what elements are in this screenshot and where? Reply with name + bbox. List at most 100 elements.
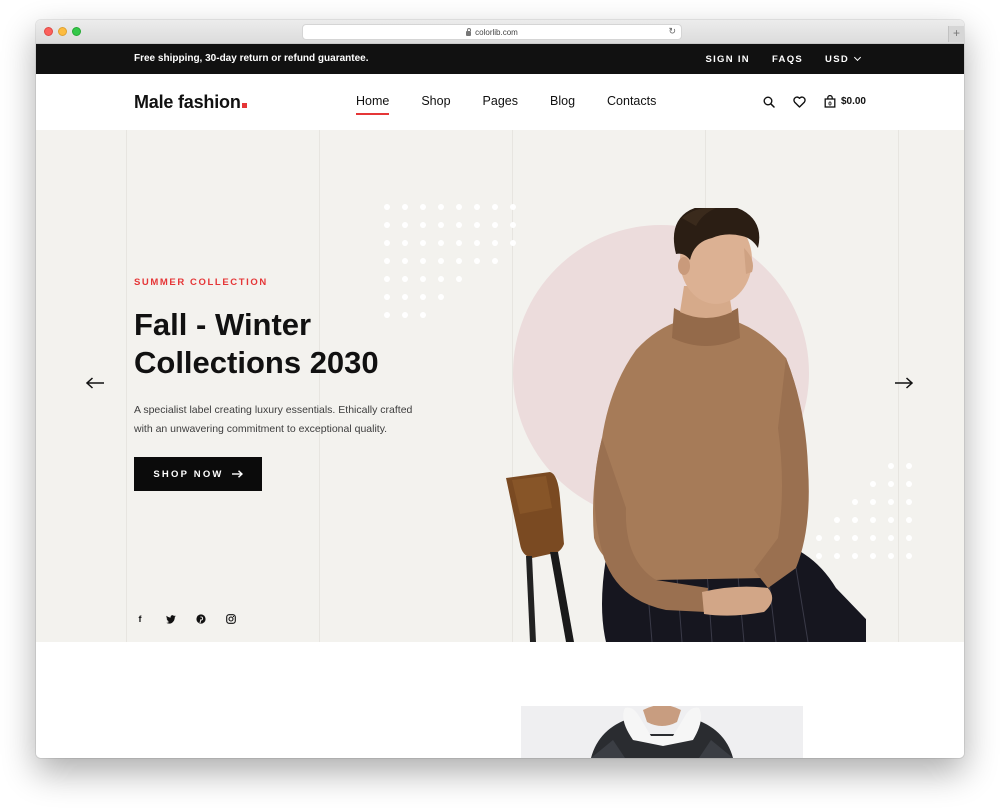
- pinterest-icon[interactable]: [196, 614, 206, 624]
- new-tab-button[interactable]: +: [948, 26, 964, 42]
- heart-icon[interactable]: [793, 95, 806, 108]
- topbar-links: SIGN IN FAQS USD: [705, 53, 862, 65]
- decorative-dot: [438, 276, 444, 282]
- decorative-dot: [492, 240, 498, 246]
- decorative-dot: [420, 222, 426, 228]
- decorative-dot: [906, 553, 912, 559]
- decorative-dot: [438, 258, 444, 264]
- decorative-dot: [906, 517, 912, 523]
- logo-dot: [241, 103, 247, 108]
- browser-titlebar: colorlib.com ↻ +: [36, 20, 964, 44]
- main-nav: Home Shop Pages Blog Contacts: [356, 94, 656, 115]
- twitter-icon[interactable]: [166, 614, 176, 624]
- grid-line: [126, 130, 127, 642]
- decorative-dot: [474, 258, 480, 264]
- currency-value: USD: [825, 54, 849, 65]
- decorative-dot: [420, 240, 426, 246]
- next-slide-arrow-icon[interactable]: [894, 377, 913, 389]
- chevron-down-icon: [853, 53, 862, 62]
- decorative-dot: [420, 276, 426, 282]
- decorative-dot: [870, 481, 876, 487]
- address-bar-url: colorlib.com: [475, 27, 518, 37]
- hero-description-line: A specialist label creating luxury essen…: [134, 404, 413, 416]
- decorative-dot: [384, 222, 390, 228]
- logo[interactable]: Male fashion: [134, 92, 247, 113]
- facebook-icon[interactable]: f: [134, 614, 146, 624]
- hero-description: A specialist label creating luxury essen…: [134, 401, 434, 439]
- shop-now-button[interactable]: SHOP NOW: [134, 457, 262, 491]
- decorative-dot: [456, 276, 462, 282]
- site-header: Male fashion Home Shop Pages Blog Contac…: [36, 74, 964, 130]
- decorative-dot: [492, 222, 498, 228]
- decorative-dot: [906, 499, 912, 505]
- grid-line: [319, 130, 320, 642]
- decorative-dot: [384, 294, 390, 300]
- decorative-dot: [402, 276, 408, 282]
- hero-title-line: Collections 2030: [134, 345, 379, 380]
- below-hero-section: [36, 642, 964, 758]
- maximize-window-button[interactable]: [72, 27, 81, 36]
- arrow-right-icon: [231, 470, 243, 478]
- instagram-icon[interactable]: [226, 614, 236, 624]
- decorative-dot: [870, 535, 876, 541]
- decorative-dot: [888, 463, 894, 469]
- hero-title: Fall - Winter Collections 2030: [134, 306, 454, 382]
- search-icon[interactable]: [763, 96, 775, 108]
- cart-button[interactable]: 0 $0.00: [824, 95, 866, 108]
- announcement-bar: Free shipping, 30-day return or refund g…: [36, 44, 964, 74]
- browser-window: colorlib.com ↻ + Free shipping, 30-day r…: [36, 20, 964, 758]
- nav-blog[interactable]: Blog: [550, 94, 575, 111]
- address-bar[interactable]: colorlib.com ↻: [302, 24, 682, 40]
- hero-slider: SUMMER COLLECTION Fall - Winter Collecti…: [36, 130, 964, 642]
- decorative-dot: [492, 258, 498, 264]
- decorative-dot: [474, 222, 480, 228]
- reload-icon[interactable]: ↻: [668, 26, 676, 37]
- decorative-dot: [456, 240, 462, 246]
- minimize-window-button[interactable]: [58, 27, 67, 36]
- decorative-dot: [870, 517, 876, 523]
- decorative-dot: [402, 204, 408, 210]
- decorative-dot: [474, 204, 480, 210]
- nav-contacts[interactable]: Contacts: [607, 94, 656, 111]
- decorative-dot: [906, 481, 912, 487]
- faqs-link[interactable]: FAQS: [772, 54, 803, 65]
- decorative-dot: [906, 463, 912, 469]
- decorative-dot: [384, 204, 390, 210]
- promo-text: Free shipping, 30-day return or refund g…: [134, 53, 369, 64]
- decorative-dot: [492, 204, 498, 210]
- social-links: f: [134, 614, 236, 624]
- decorative-dot: [420, 294, 426, 300]
- decorative-dot: [438, 294, 444, 300]
- decorative-dot: [384, 258, 390, 264]
- product-banner-image: [521, 706, 803, 758]
- nav-pages[interactable]: Pages: [483, 94, 518, 111]
- decorative-dot: [906, 535, 912, 541]
- prev-slide-arrow-icon[interactable]: [86, 377, 105, 389]
- decorative-dot: [438, 204, 444, 210]
- hero-description-line: with an unwavering commitment to excepti…: [134, 423, 388, 435]
- header-icons: 0 $0.00: [763, 95, 866, 108]
- decorative-dot: [870, 553, 876, 559]
- decorative-dot: [384, 276, 390, 282]
- decorative-dot: [888, 553, 894, 559]
- nav-home[interactable]: Home: [356, 94, 390, 115]
- sign-in-link[interactable]: SIGN IN: [705, 54, 749, 65]
- lock-icon: [466, 27, 472, 36]
- decorative-dot: [474, 240, 480, 246]
- decorative-dot: [438, 222, 444, 228]
- decorative-dot: [888, 499, 894, 505]
- logo-text: Male fashion: [134, 92, 241, 112]
- decorative-dot: [438, 240, 444, 246]
- decorative-dot: [402, 240, 408, 246]
- decorative-dot: [888, 535, 894, 541]
- nav-shop[interactable]: Shop: [421, 94, 450, 111]
- decorative-dot: [402, 222, 408, 228]
- currency-dropdown[interactable]: USD: [825, 53, 862, 65]
- cart-total: $0.00: [840, 96, 866, 107]
- decorative-dot: [888, 481, 894, 487]
- close-window-button[interactable]: [44, 27, 53, 36]
- decorative-dot: [888, 517, 894, 523]
- hero-subtitle: SUMMER COLLECTION: [134, 277, 268, 288]
- decorative-dot: [420, 258, 426, 264]
- decorative-dot: [456, 204, 462, 210]
